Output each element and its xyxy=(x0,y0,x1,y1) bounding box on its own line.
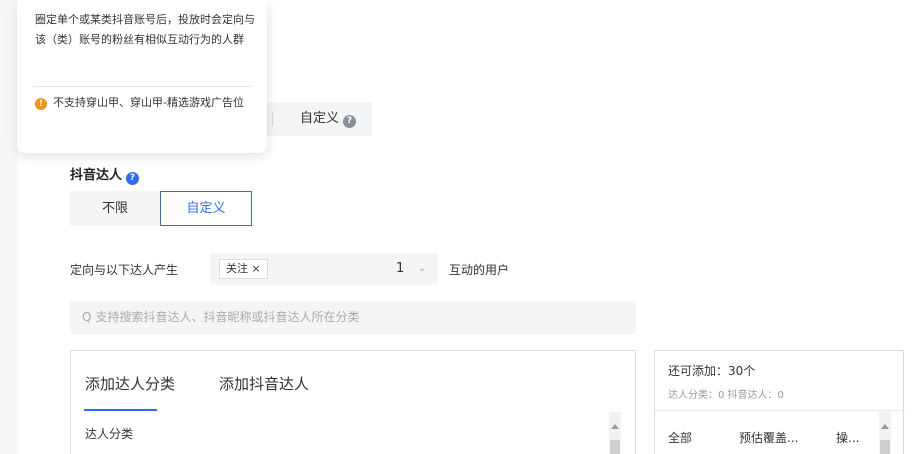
column-all[interactable]: 全部 xyxy=(668,429,692,446)
segment-divider xyxy=(272,112,273,126)
tab-add-influencer[interactable]: 添加抖音达人 xyxy=(219,373,309,394)
active-tab-indicator xyxy=(84,409,157,411)
selected-summary: 达人分类：0 抖音达人：0 xyxy=(668,390,784,401)
interaction-select[interactable]: 关注 × 1 ⌄ xyxy=(210,253,438,285)
scroll-up-icon[interactable] xyxy=(611,424,619,429)
remaining-count: 还可添加：30个 xyxy=(668,364,756,378)
category-list-header: 达人分类 xyxy=(71,412,611,454)
tooltip-warning: 不支持穿山甲、穿山甲-精选游戏广告位 xyxy=(53,96,244,109)
scrollbar[interactable] xyxy=(609,412,621,454)
column-estimated-coverage[interactable]: 预估覆盖... xyxy=(739,429,798,446)
tooltip-divider xyxy=(33,86,251,87)
scroll-thumb[interactable] xyxy=(610,440,620,454)
search-input[interactable]: Q 支持搜索抖音达人、抖音昵称或抖音达人所在分类 xyxy=(70,301,636,334)
targeting-suffix: 互动的用户 xyxy=(449,263,510,277)
targeting-prefix: 定向与以下达人产生 xyxy=(70,263,179,277)
option-unlimited[interactable]: 不限 xyxy=(70,191,160,226)
left-gutter xyxy=(0,0,18,454)
add-panel: 添加达人分类 添加抖音达人 达人分类 xyxy=(70,350,636,454)
selected-panel: 还可添加：30个 达人分类：0 抖音达人：0 全部 预估覆盖... 操... xyxy=(654,350,905,454)
chevron-down-icon[interactable]: ⌄ xyxy=(418,253,426,285)
scroll-up-icon[interactable] xyxy=(881,424,889,429)
follow-tag[interactable]: 关注 × xyxy=(219,259,268,279)
column-actions: 操... xyxy=(836,431,860,445)
help-icon[interactable]: ? xyxy=(126,172,140,185)
douyin-influencer-title: 抖音达人 xyxy=(70,168,123,183)
option-custom[interactable]: 自定义 xyxy=(160,191,252,226)
scrollbar[interactable] xyxy=(879,412,891,454)
search-icon: Q xyxy=(82,310,92,324)
info-tooltip: 圈定单个或某类抖音账号后，投放时会定向与该（类）账号的粉丝有相似互动行为的人群 … xyxy=(17,0,267,153)
panel-divider xyxy=(655,410,905,411)
search-placeholder: 支持搜索抖音达人、抖音昵称或抖音达人所在分类 xyxy=(95,310,360,324)
warning-icon: ! xyxy=(35,98,47,110)
tab-add-category[interactable]: 添加达人分类 xyxy=(85,373,175,394)
scroll-thumb[interactable] xyxy=(880,440,890,454)
douyin-influencer-label: 抖音达人? xyxy=(70,164,140,185)
interaction-count: 1 xyxy=(396,261,405,276)
tooltip-description: 圈定单个或某类抖音账号后，投放时会定向与该（类）账号的粉丝有相似互动行为的人群 xyxy=(35,13,255,46)
help-icon[interactable]: ? xyxy=(343,115,356,128)
segment-option-custom[interactable]: 自定义? xyxy=(290,102,366,136)
segment-option-custom-label: 自定义 xyxy=(299,111,339,126)
